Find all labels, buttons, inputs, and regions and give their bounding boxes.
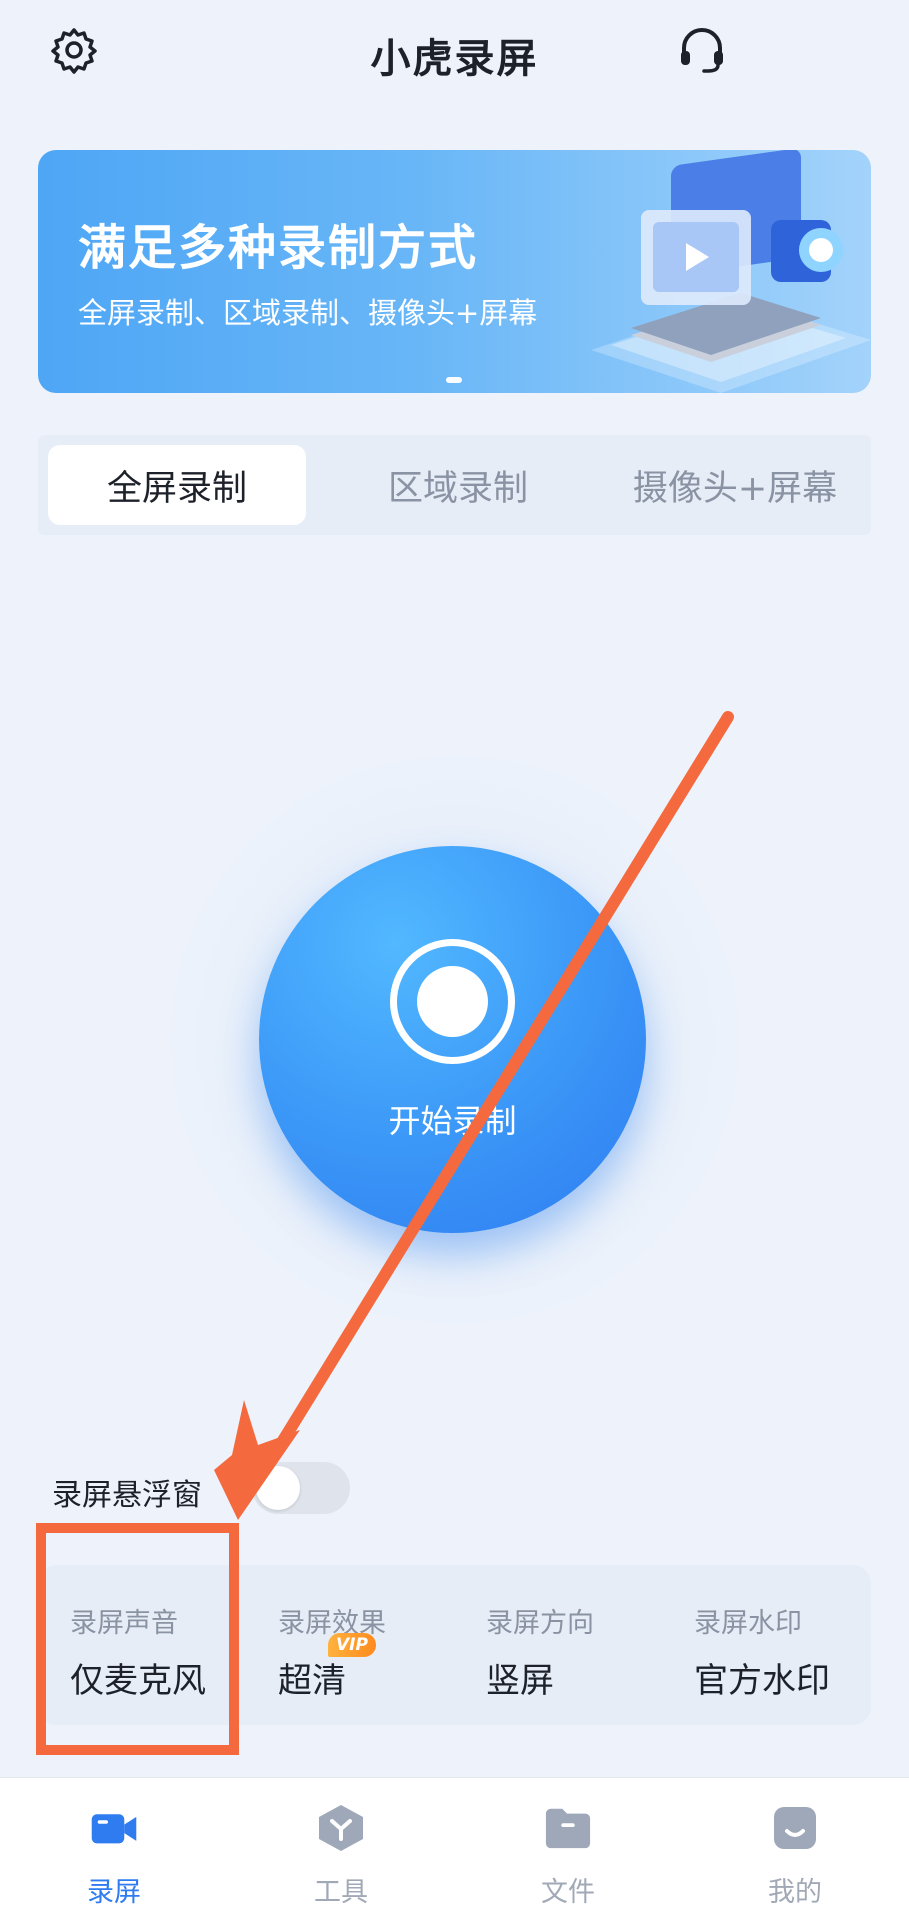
promo-banner[interactable]: 满足多种录制方式 全屏录制、区域录制、摄像头+屏幕 — [38, 150, 871, 393]
setting-orientation[interactable]: 录屏方向 竖屏 — [486, 1565, 694, 1725]
banner-title: 满足多种录制方式 — [78, 220, 479, 276]
profile-icon — [771, 1804, 819, 1852]
nav-record[interactable]: 录屏 — [34, 1778, 194, 1921]
nav-files[interactable]: 文件 — [488, 1778, 648, 1921]
nav-label: 我的 — [768, 1877, 822, 1908]
tab-region[interactable]: 区域录制 — [328, 445, 588, 525]
carousel-dot — [446, 377, 462, 383]
folder-icon — [544, 1804, 592, 1852]
floating-window-toggle[interactable] — [252, 1462, 350, 1514]
record-dot — [417, 966, 488, 1037]
setting-label: 录屏方向 — [486, 1608, 594, 1639]
nav-tools[interactable]: 工具 — [261, 1778, 421, 1921]
nav-label: 文件 — [541, 1877, 595, 1908]
vip-badge: VIP — [328, 1633, 376, 1657]
video-camera-illustration — [591, 150, 871, 393]
start-record-label: 开始录制 — [388, 1102, 517, 1140]
nav-label: 工具 — [314, 1877, 368, 1908]
app-title: 小虎录屏 — [370, 36, 539, 82]
app-screen: 小虎录屏 满足多种录制方式 全屏录制、区域录制、摄像头+屏幕 全屏录制 区域录制… — [0, 0, 909, 1921]
toggle-knob — [256, 1466, 300, 1510]
nav-label: 录屏 — [87, 1877, 141, 1908]
setting-label: 录屏水印 — [694, 1608, 802, 1639]
start-record-button[interactable]: 开始录制 — [259, 846, 646, 1233]
setting-quality[interactable]: 录屏效果 超清 VIP — [278, 1565, 486, 1725]
setting-value: 超清 — [278, 1661, 346, 1701]
banner-subtitle: 全屏录制、区域录制、摄像头+屏幕 — [78, 296, 538, 330]
video-camera-icon — [90, 1804, 138, 1852]
highlight-box — [36, 1523, 239, 1755]
tab-fullscreen[interactable]: 全屏录制 — [48, 445, 306, 525]
floating-window-label: 录屏悬浮窗 — [52, 1478, 202, 1513]
headset-icon — [681, 28, 723, 73]
nav-profile[interactable]: 我的 — [715, 1778, 875, 1921]
bottom-navigation: 录屏 工具 文件 我的 — [0, 1777, 909, 1921]
toolbox-icon — [317, 1804, 365, 1852]
setting-value: 竖屏 — [486, 1661, 554, 1701]
record-circle-icon — [390, 939, 515, 1064]
setting-watermark[interactable]: 录屏水印 官方水印 — [694, 1565, 902, 1725]
top-bar: 小虎录屏 — [0, 0, 909, 110]
setting-value: 官方水印 — [694, 1661, 830, 1701]
carousel-indicator — [446, 377, 462, 383]
tab-camera-screen[interactable]: 摄像头+屏幕 — [604, 445, 866, 525]
customer-support-button[interactable] — [674, 22, 730, 78]
record-mode-tabs: 全屏录制 区域录制 摄像头+屏幕 — [38, 435, 871, 535]
